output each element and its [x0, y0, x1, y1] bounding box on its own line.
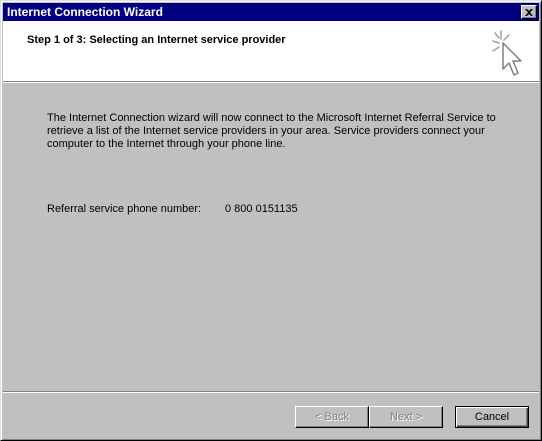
- title-bar[interactable]: Internet Connection Wizard: [3, 3, 539, 21]
- next-button[interactable]: Next >: [369, 406, 443, 428]
- step-title: Step 1 of 3: Selecting an Internet servi…: [27, 34, 286, 46]
- wizard-sparkle-cursor-icon: [492, 30, 522, 76]
- wizard-header: Step 1 of 3: Selecting an Internet servi…: [3, 21, 539, 81]
- back-button[interactable]: < Back: [295, 406, 369, 428]
- phone-number-label: Referral service phone number:: [47, 203, 202, 215]
- header-separator: [3, 81, 539, 83]
- phone-number-value: 0 800 0151135: [225, 203, 298, 215]
- close-icon: [525, 8, 533, 16]
- wizard-description: The Internet Connection wizard will now …: [47, 112, 496, 150]
- wizard-window: Internet Connection Wizard Step 1 of 3: …: [0, 0, 542, 441]
- cancel-button[interactable]: Cancel: [455, 406, 529, 428]
- close-button[interactable]: [521, 5, 537, 19]
- button-separator: [3, 391, 539, 393]
- window-title: Internet Connection Wizard: [7, 5, 163, 19]
